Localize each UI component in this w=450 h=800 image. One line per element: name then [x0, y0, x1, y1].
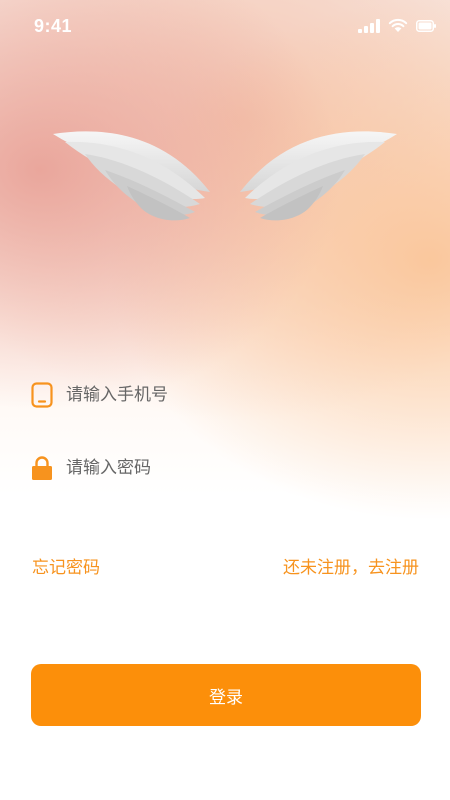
right-wing: [240, 131, 397, 221]
status-icons: [358, 18, 436, 33]
status-time: 9:41: [34, 16, 73, 36]
angel-wings-image: [53, 131, 397, 221]
signal-icon: [358, 18, 380, 33]
battery-icon: [416, 19, 436, 32]
password-field[interactable]: [30, 453, 420, 483]
left-wing: [53, 131, 210, 221]
register-link[interactable]: 还未注册，去注册: [283, 553, 419, 578]
forgot-password-link[interactable]: 忘记密码: [32, 553, 100, 578]
phone-field[interactable]: [30, 380, 420, 410]
login-screen: 9:41 请输入手机号 忘记密码 还未注册，去注册 登录: [0, 0, 450, 800]
login-button[interactable]: 登录: [31, 664, 421, 726]
phone-icon: [30, 381, 54, 409]
wifi-icon: [388, 18, 408, 32]
lock-icon: [30, 454, 54, 482]
phone-input[interactable]: [66, 385, 406, 405]
status-bar: 9:41: [0, 0, 450, 56]
password-input[interactable]: [66, 458, 406, 478]
